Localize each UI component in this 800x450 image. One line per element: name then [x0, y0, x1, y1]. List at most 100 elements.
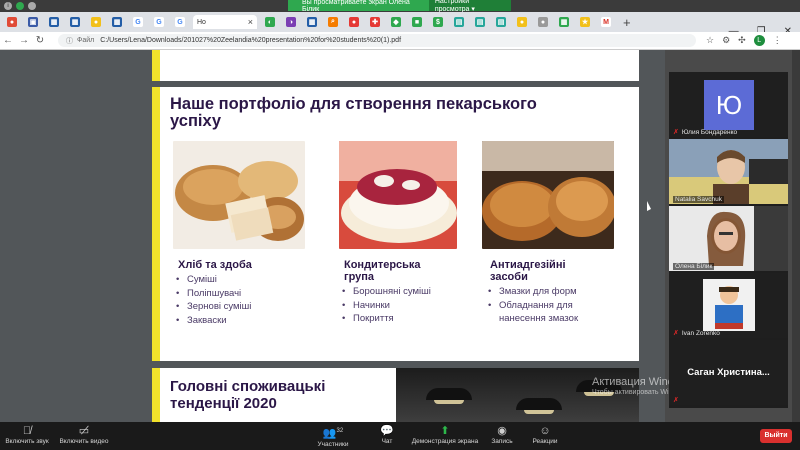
lamp-shape [426, 388, 472, 404]
tab[interactable]: ▦ [109, 15, 125, 29]
participant-name-label: Natalia Savchuk [673, 196, 724, 203]
view-options-button[interactable]: Настройки просмотра ▾ [428, 0, 511, 13]
share-screen-button[interactable]: ⬆ Демонстрация экрана [410, 425, 480, 445]
record-button[interactable]: ◉ Запись [490, 425, 514, 445]
google-icon: G [154, 17, 164, 27]
tab[interactable]: ■ [409, 15, 425, 29]
participants-count: 32 [336, 428, 344, 434]
tab[interactable]: ▦ [67, 15, 83, 29]
tab-favicon-icon: ■ [412, 17, 422, 27]
tab-favicon-icon: ▤ [454, 17, 464, 27]
mic-muted-icon: ✗ [673, 129, 679, 136]
new-tab-icon[interactable]: + [623, 15, 631, 30]
tab-label: Ho [197, 18, 206, 26]
reactions-icon: ☺ [539, 425, 551, 437]
participant-tile[interactable]: Ю ✗ Юлия Бондаренко [669, 72, 788, 137]
share-screen-label: Демонстрация экрана [411, 438, 479, 445]
tab[interactable]: ⌕ [325, 15, 341, 29]
tab[interactable]: ✚ [367, 15, 383, 29]
record-label: Запись [491, 438, 513, 445]
puzzle-icon[interactable]: ✣ [738, 35, 746, 46]
tab-favicon-icon: ▦ [559, 17, 569, 27]
participants-button[interactable]: 👥32 Участники [316, 425, 350, 448]
pdf-page-portfolio: Наше портфоліо для створення пекарського… [152, 87, 639, 361]
tab[interactable]: $ [430, 15, 446, 29]
forward-icon[interactable]: → [16, 35, 32, 46]
menu-icon[interactable]: ⋮ [773, 35, 782, 46]
close-tab-icon[interactable]: × [248, 17, 253, 27]
participant-tile[interactable]: Олена Білик [669, 206, 788, 271]
mouse-cursor [647, 201, 651, 211]
leave-meeting-button[interactable]: Выйти [760, 429, 792, 443]
reload-icon[interactable]: ↻ [32, 35, 48, 46]
category-title: Кондитерська група [344, 259, 421, 283]
shield-icon[interactable] [16, 2, 24, 10]
tab[interactable]: G [151, 15, 167, 29]
scrollbar[interactable] [792, 50, 800, 422]
tab[interactable]: ◑ [283, 15, 299, 29]
tab-favicon-icon: ▤ [475, 17, 485, 27]
tab[interactable]: ● [535, 15, 551, 29]
unmute-button[interactable]: 🎙̸ Включить звук [4, 425, 50, 445]
participant-tile[interactable]: ✗ Ivan Zorenko [669, 273, 788, 338]
category-list: Борошняні суміші Начинки Покриття [342, 285, 431, 326]
system-icons: i [4, 2, 36, 10]
list-item: Борошняні суміші [342, 285, 431, 299]
tab[interactable]: ▦ [556, 15, 572, 29]
start-video-button[interactable]: ▭̸ Включить видео [58, 425, 110, 445]
participant-name-label: ✗ [673, 396, 679, 404]
list-item: Змазки для форм [488, 285, 606, 299]
url-text: C:/Users/Lena/Downloads/201027%20Zeeland… [100, 37, 402, 44]
profile-avatar[interactable]: L [753, 35, 765, 46]
info-icon[interactable]: ⓘ [66, 36, 73, 46]
mic-muted-icon: ✗ [673, 330, 679, 337]
tab[interactable]: ● [88, 15, 104, 29]
tab-favicon-icon: ● [517, 17, 527, 27]
address-bar[interactable]: ⓘ Файл C:/Users/Lena/Downloads/201027%20… [58, 34, 696, 47]
pdf-viewer[interactable]: Наше портфоліо для створення пекарського… [0, 50, 665, 422]
browser-tab-strip: ● ▣ ▦ ▦ ● ▦ G G G Ho × ◐ ◑ ▦ ⌕ ● ✚ ◆ ■ $… [0, 12, 800, 37]
share-banner: Вы просматриваете экран Олена Білик Наст… [288, 0, 511, 13]
list-item: Покриття [342, 312, 431, 326]
extension-icon[interactable]: ⚙ [722, 35, 730, 46]
tab-favicon-icon: ▦ [49, 17, 59, 27]
tab[interactable]: ★ [577, 15, 593, 29]
tab[interactable]: ▣ [25, 15, 41, 29]
chat-button[interactable]: 💬 Чат [378, 425, 396, 445]
bookmark-star-icon[interactable]: ☆ [706, 35, 714, 46]
participants-panel: Ю ✗ Юлия Бондаренко Natalia Savchuk Олен… [669, 72, 788, 408]
slide-accent-stripe [152, 50, 160, 81]
participant-name-label: ✗ Юлия Бондаренко [673, 128, 737, 137]
tab[interactable]: ◐ [262, 15, 278, 29]
grid-icon[interactable] [28, 2, 36, 10]
tab-favicon-icon: ▦ [112, 17, 122, 27]
tab[interactable]: ◆ [388, 15, 404, 29]
tab[interactable]: G [172, 15, 188, 29]
list-item: Суміші [176, 273, 251, 287]
tab-favicon-icon: $ [433, 17, 443, 27]
tab-favicon-icon: ▣ [28, 17, 38, 27]
tab[interactable]: ▤ [493, 15, 509, 29]
share-screen-icon: ⬆ [440, 425, 450, 437]
bread-photo [173, 141, 305, 249]
tab-favicon-icon: ⌕ [328, 17, 338, 27]
tab[interactable]: ● [4, 15, 20, 29]
tab[interactable]: ▦ [46, 15, 62, 29]
reactions-button[interactable]: ☺ Реакции [530, 425, 560, 445]
gmail-icon: M [601, 17, 611, 27]
slide-accent-stripe [152, 368, 160, 422]
info-icon[interactable]: i [4, 2, 12, 10]
tab[interactable]: ▤ [451, 15, 467, 29]
tab[interactable]: ▦ [304, 15, 320, 29]
tab[interactable]: ▤ [472, 15, 488, 29]
back-icon[interactable]: ← [0, 35, 16, 46]
tab[interactable]: ● [346, 15, 362, 29]
tab-favicon-icon: ◆ [391, 17, 401, 27]
participant-tile[interactable]: Natalia Savchuk [669, 139, 788, 204]
tab-active[interactable]: Ho × [193, 15, 257, 29]
participant-name: Natalia Savchuk [675, 196, 722, 203]
tab[interactable]: G [130, 15, 146, 29]
tab[interactable]: M [598, 15, 614, 29]
url-scheme: Файл [77, 37, 95, 44]
tab[interactable]: ● [514, 15, 530, 29]
